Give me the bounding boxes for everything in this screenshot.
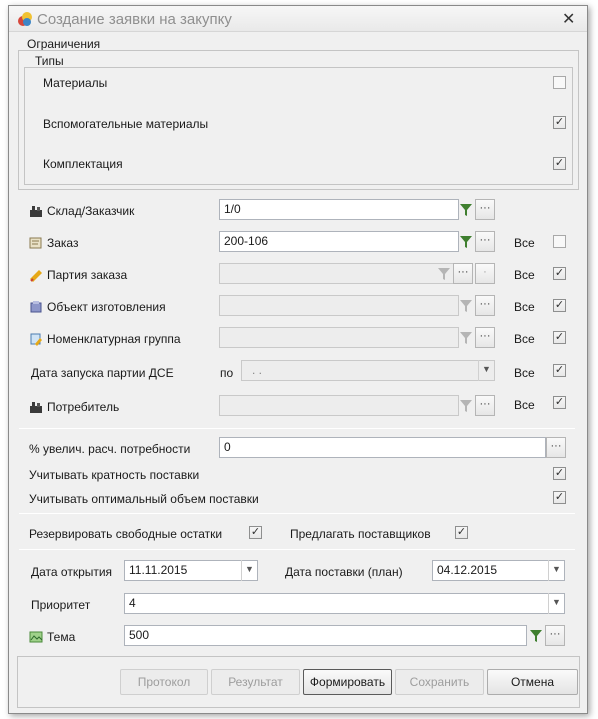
order-label: Заказ — [47, 236, 79, 250]
chevron-down-icon[interactable]: ▼ — [478, 360, 494, 381]
filter-icon[interactable] — [530, 630, 542, 642]
nomen-group-all-checkbox[interactable]: ✓ — [553, 331, 566, 344]
nomen-group-label: Номенклатурная группа — [47, 332, 181, 346]
increase-label: % увелич. расч. потребности — [29, 442, 191, 456]
type-aux-materials-label: Вспомогательные материалы — [43, 117, 209, 131]
limits-title: Ограничения — [27, 37, 101, 51]
close-icon[interactable]: ✕ — [562, 9, 575, 29]
batch-all-checkbox[interactable]: ✓ — [553, 267, 566, 280]
suggest-label: Предлагать поставщиков — [290, 527, 431, 541]
separator — [19, 513, 575, 514]
filter-icon — [460, 332, 472, 344]
protocol-button[interactable]: Протокол — [120, 669, 208, 695]
theme-label: Тема — [47, 630, 76, 644]
order-input[interactable]: 200-106 — [219, 231, 459, 252]
nomen-group-browse-button[interactable]: ··· — [475, 327, 495, 348]
object-label: Объект изготовления — [47, 300, 166, 314]
consumer-browse-button[interactable]: ··· — [475, 395, 495, 416]
optimal-label: Учитывать оптимальный объем поставки — [29, 492, 259, 506]
save-button[interactable]: Сохранить — [395, 669, 484, 695]
delivery-date-input[interactable]: 04.12.2015 — [432, 560, 565, 581]
consumer-label: Потребитель — [47, 400, 120, 414]
optimal-checkbox[interactable]: ✓ — [553, 491, 566, 504]
open-date-label: Дата открытия — [31, 565, 113, 579]
chevron-down-icon[interactable]: ▼ — [548, 560, 564, 581]
reserve-checkbox[interactable]: ✓ — [249, 526, 262, 539]
priority-input[interactable]: 4 — [124, 593, 565, 614]
dialog-window: Создание заявки на закупку ✕ Ограничения… — [8, 5, 588, 714]
launch-date-label: Дата запуска партии ДСЕ — [31, 366, 174, 380]
filter-icon[interactable] — [460, 204, 472, 216]
multiplicity-checkbox[interactable]: ✓ — [553, 467, 566, 480]
form-button[interactable]: Формировать — [303, 669, 392, 695]
launch-date-input[interactable]: . . — [241, 360, 495, 381]
consumer-icon — [30, 402, 42, 413]
batch-browse-button[interactable]: ··· — [453, 263, 473, 284]
type-materials-label: Материалы — [43, 76, 108, 90]
order-browse-button[interactable]: ··· — [475, 231, 495, 252]
title-bar: Создание заявки на закупку ✕ — [9, 6, 587, 32]
filter-icon — [460, 400, 472, 412]
delivery-date-label: Дата поставки (план) — [285, 565, 403, 579]
batch-all-label: Все — [514, 268, 535, 282]
batch-extra-button[interactable]: · — [475, 263, 495, 284]
consumer-all-checkbox[interactable]: ✓ — [553, 396, 566, 409]
nomen-group-all-label: Все — [514, 332, 535, 346]
order-icon — [29, 237, 42, 249]
priority-label: Приоритет — [31, 598, 91, 612]
increase-browse-button[interactable]: ··· — [546, 437, 566, 458]
warehouse-browse-button[interactable]: ··· — [475, 199, 495, 220]
batch-input[interactable] — [219, 263, 459, 284]
launch-date-by-label: по — [220, 366, 234, 380]
batch-label: Партия заказа — [47, 268, 128, 282]
filter-icon — [460, 300, 472, 312]
theme-browse-button[interactable]: ··· — [545, 625, 565, 646]
warehouse-icon — [30, 206, 42, 217]
chevron-down-icon[interactable]: ▼ — [548, 593, 564, 614]
app-icon — [18, 12, 32, 26]
object-icon — [30, 301, 42, 313]
warehouse-input[interactable]: 1/0 — [219, 199, 459, 220]
theme-icon — [29, 631, 43, 643]
filter-icon[interactable] — [460, 236, 472, 248]
window-title: Создание заявки на закупку — [37, 11, 232, 28]
types-title: Типы — [35, 54, 64, 68]
nomen-group-input[interactable] — [219, 327, 459, 348]
warehouse-label: Склад/Заказчик — [47, 204, 135, 218]
multiplicity-label: Учитывать кратность поставки — [29, 468, 200, 482]
consumer-all-label: Все — [514, 398, 535, 412]
object-input[interactable] — [219, 295, 459, 316]
nomen-group-icon — [30, 333, 42, 346]
increase-input[interactable]: 0 — [219, 437, 546, 458]
separator — [19, 428, 575, 429]
type-aux-materials-checkbox[interactable]: ✓ — [553, 116, 566, 129]
object-browse-button[interactable]: ··· — [475, 295, 495, 316]
chevron-down-icon[interactable]: ▼ — [241, 560, 257, 581]
filter-icon — [438, 268, 450, 280]
type-components-checkbox[interactable]: ✓ — [553, 157, 566, 170]
launch-date-all-label: Все — [514, 366, 535, 380]
consumer-input[interactable] — [219, 395, 459, 416]
order-all-checkbox[interactable] — [553, 235, 566, 248]
type-components-label: Комплектация — [43, 157, 123, 171]
type-materials-checkbox[interactable] — [553, 76, 566, 89]
result-button[interactable]: Результат — [211, 669, 300, 695]
object-all-checkbox[interactable]: ✓ — [553, 299, 566, 312]
object-all-label: Все — [514, 300, 535, 314]
separator — [19, 549, 575, 550]
cancel-button[interactable]: Отмена — [487, 669, 578, 695]
reserve-label: Резервировать свободные остатки — [29, 527, 223, 541]
open-date-input[interactable]: 11.11.2015 — [124, 560, 258, 581]
batch-icon — [30, 270, 42, 282]
theme-input[interactable]: 500 — [124, 625, 527, 646]
order-all-label: Все — [514, 236, 535, 250]
launch-date-all-checkbox[interactable]: ✓ — [553, 364, 566, 377]
suggest-checkbox[interactable]: ✓ — [455, 526, 468, 539]
